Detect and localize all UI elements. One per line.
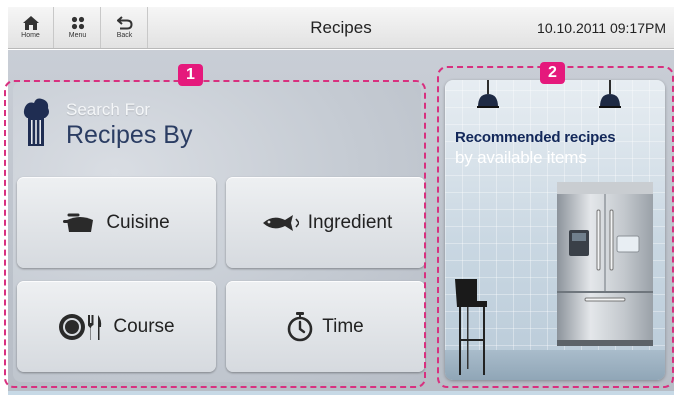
back-label: Back — [116, 32, 133, 39]
back-button[interactable]: Back — [102, 7, 148, 48]
home-icon — [22, 16, 39, 30]
annotation-badge-1: 1 — [178, 64, 203, 86]
chef-hat-icon — [23, 98, 49, 146]
ingredient-label: Ingredient — [307, 211, 393, 233]
menu-button[interactable]: Menu — [55, 7, 101, 48]
back-arrow-icon — [116, 16, 133, 30]
menu-label: Menu — [68, 32, 87, 39]
cuisine-button[interactable]: Cuisine — [17, 177, 216, 268]
search-subtitle: Search For — [66, 100, 151, 119]
home-button[interactable]: Home — [8, 7, 54, 48]
cuisine-label: Cuisine — [106, 211, 170, 233]
course-button[interactable]: Course — [17, 281, 216, 372]
fish-icon — [262, 214, 299, 231]
pot-icon — [63, 213, 94, 232]
top-bar: Home Menu Back Recipes 10.10.2011 09:17P… — [8, 7, 674, 49]
annotation-badge-2: 2 — [540, 62, 565, 84]
time-label: Time — [322, 315, 364, 337]
stopwatch-icon — [287, 311, 313, 341]
menu-icon — [71, 16, 84, 30]
refrigerator-icon — [557, 182, 653, 346]
bar-stool-icon — [455, 279, 487, 375]
ingredient-button[interactable]: Ingredient — [226, 177, 425, 268]
home-label: Home — [21, 32, 40, 39]
recommended-recipes-panel[interactable]: Recommended recipes by available items — [445, 80, 665, 380]
search-title: Recipes By — [66, 121, 193, 149]
recommended-subtitle: by available items — [455, 148, 587, 167]
datetime-display: 10.10.2011 09:17PM — [537, 19, 666, 36]
recommended-title: Recommended recipes — [455, 129, 616, 146]
course-label: Course — [113, 315, 175, 337]
time-button[interactable]: Time — [226, 281, 425, 372]
plate-fork-icon — [59, 313, 102, 340]
pendant-lamp-icon — [477, 80, 499, 108]
pendant-lamp-icon — [599, 80, 621, 108]
